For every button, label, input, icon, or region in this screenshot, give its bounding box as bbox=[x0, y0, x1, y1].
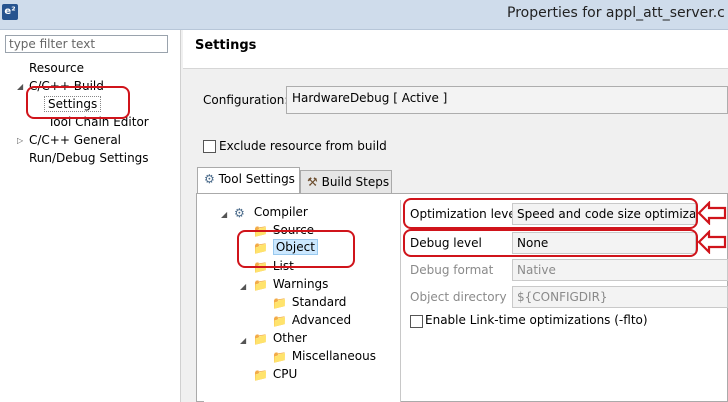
debug-format-label: Debug format bbox=[410, 263, 494, 277]
page-title: Settings bbox=[195, 38, 257, 53]
folder-gear-icon: 📁 bbox=[253, 331, 268, 346]
folder-gear-icon: 📁 bbox=[272, 295, 287, 310]
tree-item-advanced[interactable]: 📁 Advanced bbox=[272, 313, 351, 328]
tab-label: Build Steps bbox=[321, 175, 390, 189]
tree-item-label: Standard bbox=[291, 295, 347, 309]
tree-item-other[interactable]: 📁 Other bbox=[253, 331, 307, 346]
enable-lto-label: Enable Link-time optimizations (-flto) bbox=[425, 313, 648, 327]
expand-arrow-icon[interactable]: ▷ bbox=[17, 136, 23, 145]
debug-format-select: Native bbox=[512, 259, 728, 281]
tab-label: Tool Settings bbox=[218, 172, 295, 186]
configuration-label: Configuration: bbox=[203, 93, 289, 107]
tree-item-compiler[interactable]: ⚙ Compiler bbox=[234, 205, 308, 220]
gear-icon: ⚙ bbox=[234, 205, 245, 220]
hammer-icon: ⚒ bbox=[307, 175, 318, 189]
tree-item-label: Other bbox=[272, 331, 307, 345]
tab-build-steps[interactable]: ⚒ Build Steps bbox=[300, 170, 392, 194]
tree-item-miscellaneous[interactable]: 📁 Miscellaneous bbox=[272, 349, 376, 364]
tree-item-label: Warnings bbox=[272, 277, 329, 291]
sidebar-item-run-debug-settings[interactable]: Run/Debug Settings bbox=[29, 151, 149, 165]
tree-item-label: Compiler bbox=[253, 205, 308, 219]
app-logo-icon: e² bbox=[2, 4, 18, 20]
collapse-arrow-icon[interactable]: ◢ bbox=[221, 210, 227, 219]
tree-item-cpu[interactable]: 📁 CPU bbox=[253, 367, 297, 382]
object-directory-value: ${CONFIGDIR} bbox=[517, 290, 608, 304]
tree-item-label: Miscellaneous bbox=[291, 349, 376, 363]
object-directory-label: Object directory bbox=[410, 290, 507, 304]
configuration-select[interactable]: HardwareDebug [ Active ] bbox=[286, 86, 728, 114]
exclude-resource-checkbox[interactable] bbox=[203, 140, 216, 153]
configuration-value: HardwareDebug [ Active ] bbox=[292, 91, 448, 105]
collapse-arrow-icon[interactable]: ◢ bbox=[240, 282, 246, 291]
folder-gear-icon: 📁 bbox=[253, 277, 268, 292]
folder-gear-icon: 📁 bbox=[272, 349, 287, 364]
annotation-highlight-debug bbox=[403, 229, 698, 257]
collapse-arrow-icon[interactable]: ◢ bbox=[17, 82, 23, 91]
object-directory-field: ${CONFIGDIR} bbox=[512, 286, 728, 308]
tree-item-label: Advanced bbox=[291, 313, 352, 327]
filter-input[interactable] bbox=[5, 35, 168, 53]
folder-gear-icon: 📁 bbox=[272, 313, 287, 328]
annotation-highlight-object bbox=[237, 230, 355, 268]
tab-tool-settings[interactable]: ⚙ Tool Settings bbox=[197, 167, 300, 194]
settings-header bbox=[183, 30, 728, 69]
collapse-arrow-icon[interactable]: ◢ bbox=[240, 336, 246, 345]
annotation-arrow-icon bbox=[697, 201, 727, 225]
folder-gear-icon: 📁 bbox=[253, 367, 268, 382]
tree-item-warnings[interactable]: 📁 Warnings bbox=[253, 277, 328, 292]
sidebar-item-cc-general[interactable]: C/C++ General bbox=[29, 133, 121, 147]
window-title: Properties for appl_att_server.c bbox=[507, 5, 725, 21]
gear-icon: ⚙ bbox=[204, 172, 215, 186]
debug-format-value: Native bbox=[517, 263, 556, 277]
tree-item-label: CPU bbox=[272, 367, 298, 381]
enable-lto-checkbox[interactable] bbox=[410, 315, 423, 328]
tree-item-standard[interactable]: 📁 Standard bbox=[272, 295, 346, 310]
annotation-highlight-optimization bbox=[403, 198, 698, 229]
annotation-highlight-settings bbox=[26, 86, 130, 119]
sidebar-item-resource[interactable]: Resource bbox=[29, 61, 84, 75]
exclude-resource-label: Exclude resource from build bbox=[219, 139, 387, 153]
annotation-arrow-icon bbox=[697, 230, 727, 254]
